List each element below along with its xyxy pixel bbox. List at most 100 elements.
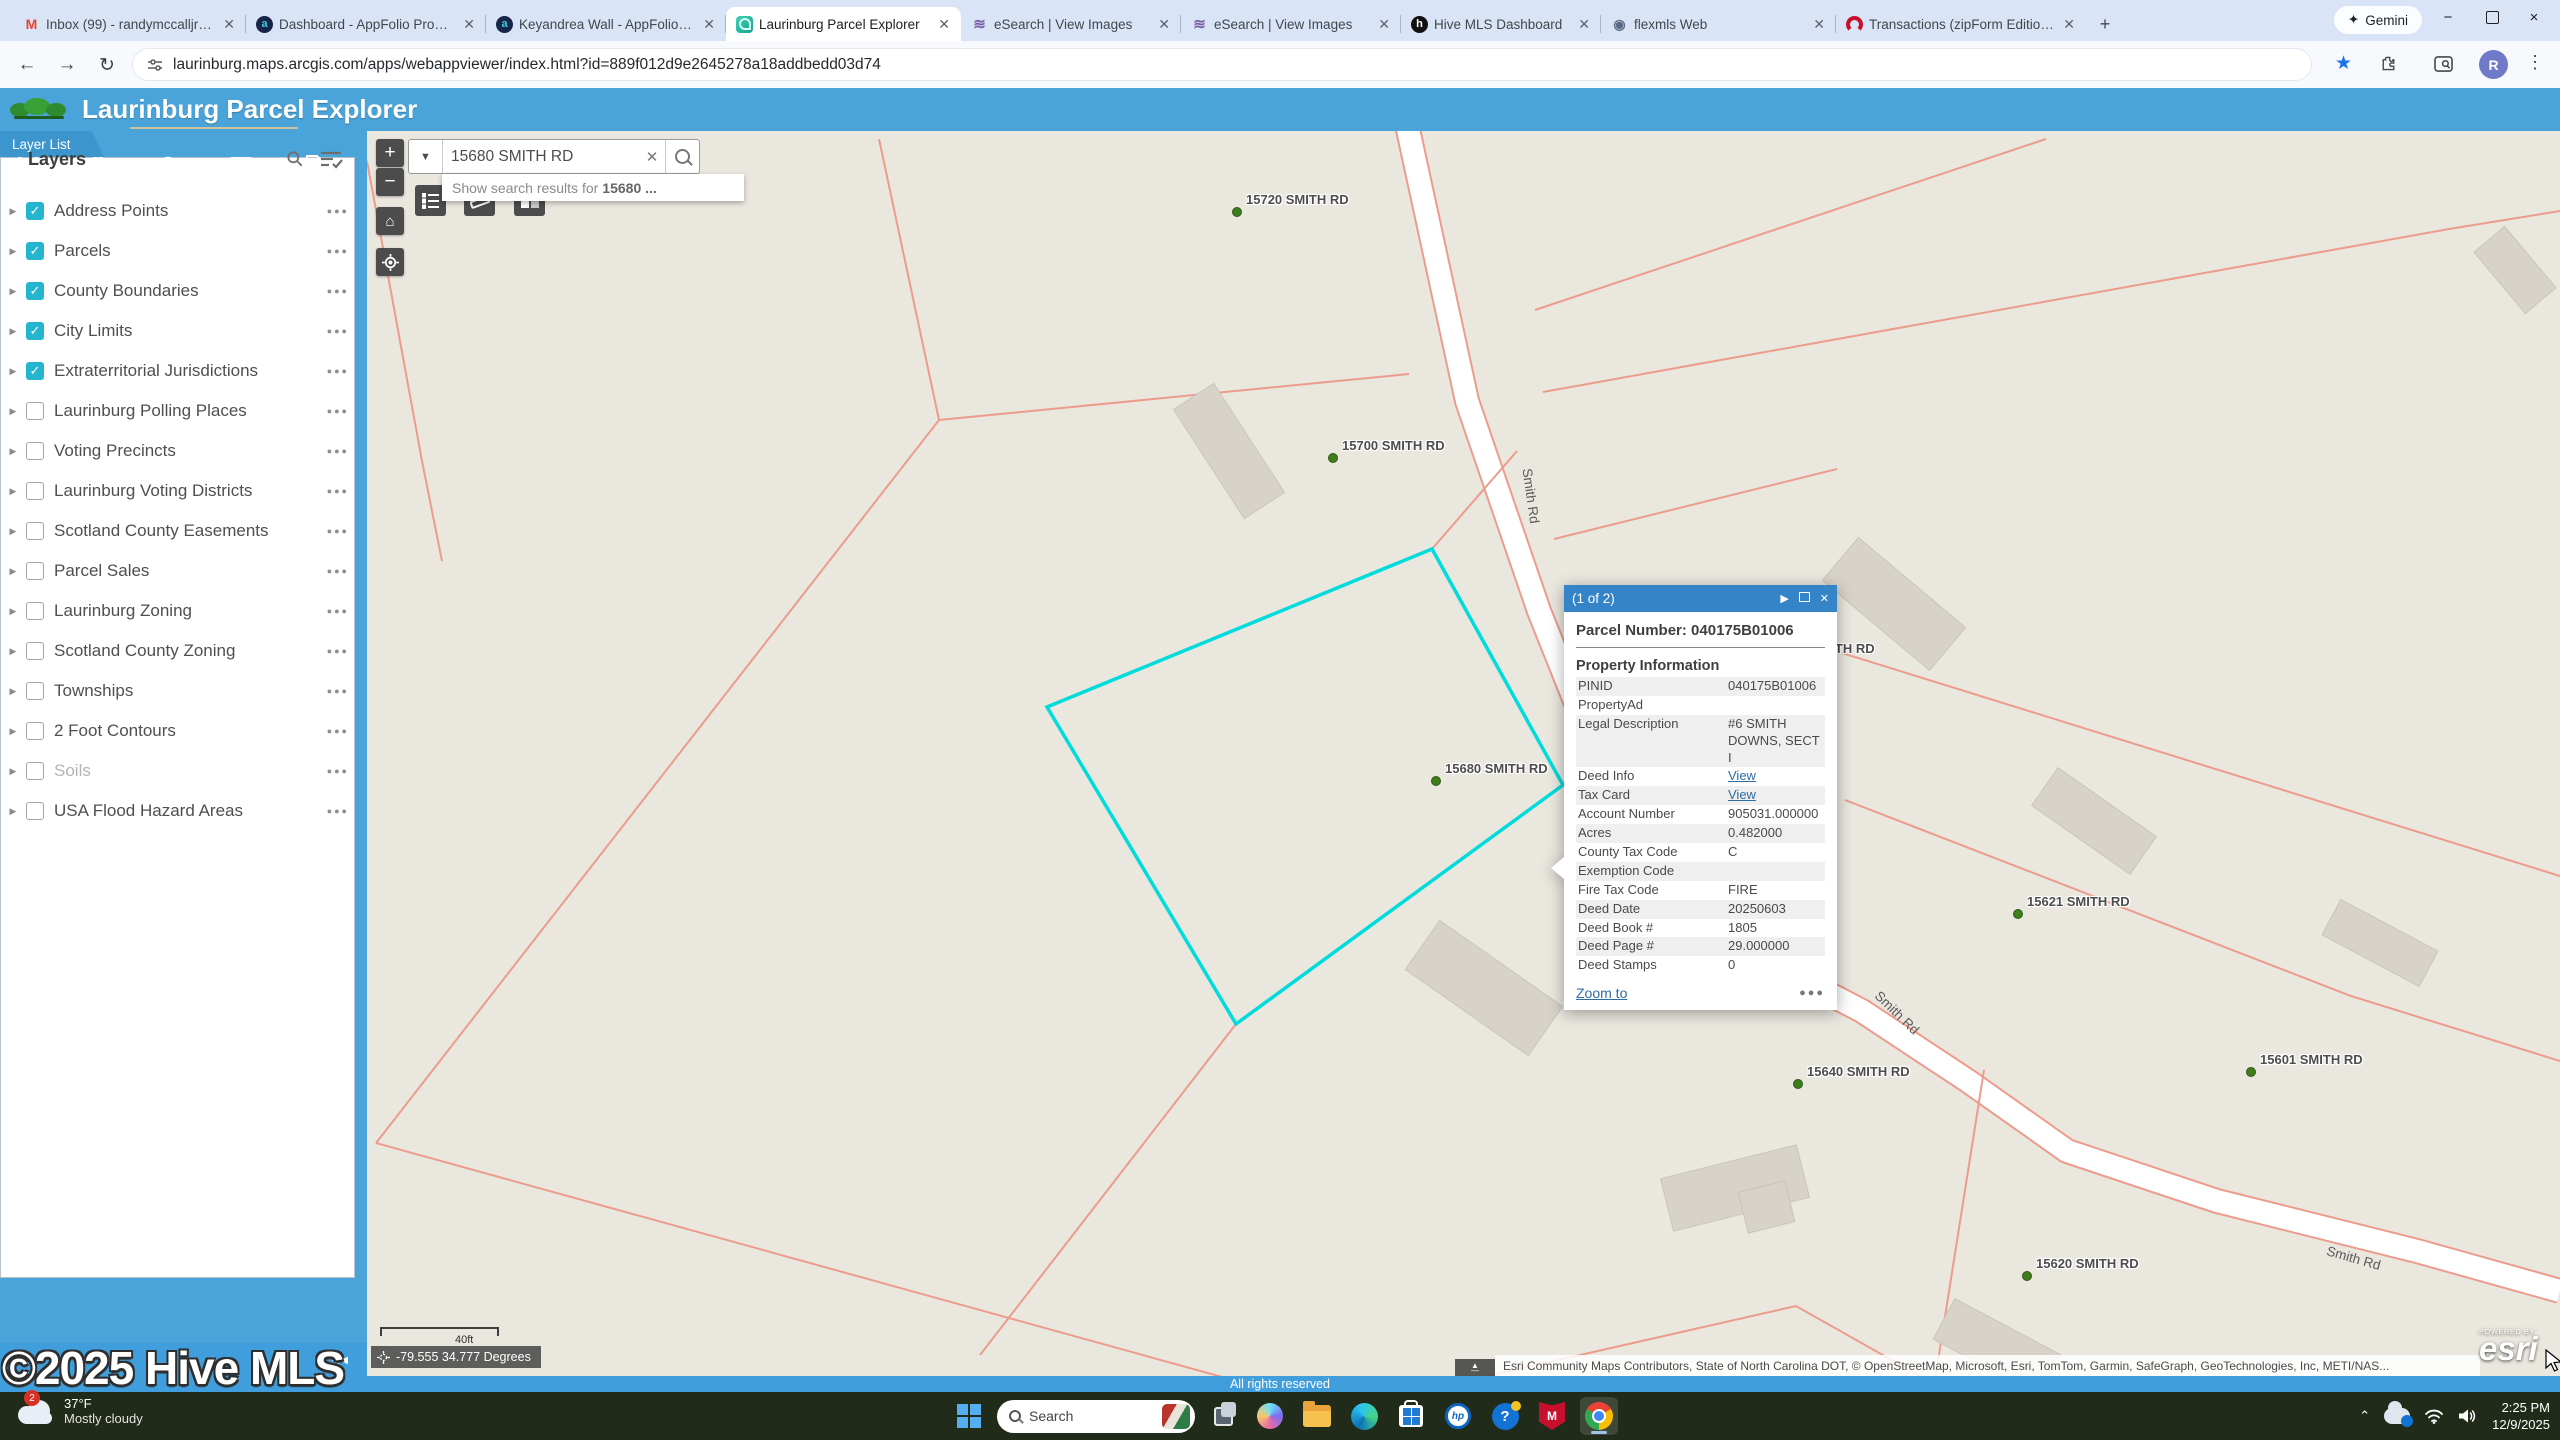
layer-menu-icon[interactable]: ●●● — [327, 286, 349, 296]
popup-header[interactable]: (1 of 2) ▶ ✕ — [1564, 585, 1837, 612]
browser-tab[interactable]: Laurinburg Parcel Explorer ✕ — [726, 7, 961, 41]
layer-menu-icon[interactable]: ●●● — [327, 406, 349, 416]
attribution-expand-button[interactable]: ▲— — [1455, 1359, 1495, 1376]
attribute-value[interactable]: View — [1728, 787, 1823, 804]
browser-tab[interactable]: Transactions (zipForm Edition) 2 ✕ — [1836, 7, 2086, 41]
layer-menu-icon[interactable]: ●●● — [327, 686, 349, 696]
microsoft-store-button[interactable] — [1392, 1397, 1430, 1435]
search-clear-icon[interactable]: ✕ — [639, 140, 665, 173]
home-button[interactable]: ⌂ — [376, 207, 404, 235]
layer-checkbox[interactable] — [26, 682, 44, 700]
browser-tab[interactable]: M Inbox (99) - randymccalljr@gm... ✕ — [13, 7, 246, 41]
address-point-dot[interactable] — [2246, 1067, 2256, 1077]
chrome-button[interactable] — [1580, 1397, 1618, 1435]
expand-arrow-icon[interactable]: ▶ — [0, 366, 26, 377]
zoom-out-button[interactable]: − — [376, 168, 404, 196]
taskbar-search[interactable]: Search — [997, 1400, 1195, 1433]
task-view-button[interactable] — [1204, 1397, 1242, 1435]
browser-tab[interactable]: ◉ flexmls Web ✕ — [1601, 7, 1836, 41]
expand-arrow-icon[interactable]: ▶ — [0, 486, 26, 497]
layer-checkbox[interactable]: ✓ — [26, 362, 44, 380]
search-source-dropdown[interactable]: ▼ — [409, 140, 443, 173]
browser-tab[interactable]: h Hive MLS Dashboard ✕ — [1401, 7, 1601, 41]
new-tab-button[interactable]: + — [2092, 11, 2118, 37]
expand-arrow-icon[interactable]: ▶ — [0, 406, 26, 417]
layer-menu-icon[interactable]: ●●● — [327, 526, 349, 536]
browser-tab[interactable]: a Keyandrea Wall - AppFolio Prop... ✕ — [486, 7, 726, 41]
profile-avatar[interactable]: R — [2479, 50, 2508, 79]
expand-arrow-icon[interactable]: ▶ — [0, 806, 26, 817]
wifi-icon[interactable] — [2424, 1409, 2444, 1424]
start-button[interactable] — [950, 1397, 988, 1435]
copilot-button[interactable] — [1251, 1397, 1289, 1435]
tab-close-icon[interactable]: ✕ — [220, 16, 238, 33]
window-minimize-button[interactable]: − — [2428, 0, 2468, 34]
crosshair-icon[interactable] — [377, 1351, 390, 1364]
layer-checkbox[interactable]: ✓ — [26, 242, 44, 260]
layer-menu-icon[interactable]: ●●● — [327, 326, 349, 336]
layer-checkbox[interactable] — [26, 522, 44, 540]
map-viewport[interactable]: 15720 SMITH RD15700 SMITH RD15680 SMITH … — [367, 131, 2560, 1392]
gemini-button[interactable]: ✦ Gemini — [2334, 6, 2422, 34]
bookmark-star-icon[interactable]: ★ — [2335, 52, 2352, 75]
expand-arrow-icon[interactable]: ▶ — [0, 606, 26, 617]
hp-app-button[interactable]: hp — [1439, 1397, 1477, 1435]
layer-menu-icon[interactable]: ●●● — [327, 486, 349, 496]
layer-checkbox[interactable] — [26, 722, 44, 740]
tab-close-icon[interactable]: ✕ — [1810, 16, 1828, 33]
layer-checkbox[interactable] — [26, 562, 44, 580]
tab-close-icon[interactable]: ✕ — [1575, 16, 1593, 33]
search-submit-button[interactable] — [665, 140, 699, 173]
layer-checkbox[interactable] — [26, 482, 44, 500]
browser-menu-icon[interactable]: ⋮ — [2526, 52, 2544, 73]
address-point-dot[interactable] — [2022, 1271, 2032, 1281]
attribute-value[interactable]: View — [1728, 768, 1823, 785]
layer-menu-icon[interactable]: ●●● — [327, 566, 349, 576]
address-point-dot[interactable] — [2013, 909, 2023, 919]
layer-menu-icon[interactable]: ●●● — [327, 246, 349, 256]
layer-menu-icon[interactable]: ●●● — [327, 446, 349, 456]
my-location-button[interactable] — [376, 248, 404, 276]
layer-menu-icon[interactable]: ●●● — [327, 366, 349, 376]
address-bar[interactable]: laurinburg.maps.arcgis.com/apps/webappvi… — [132, 48, 2312, 81]
layer-menu-icon[interactable]: ●●● — [327, 646, 349, 656]
onedrive-icon[interactable] — [2384, 1408, 2410, 1424]
tab-close-icon[interactable]: ✕ — [460, 16, 478, 33]
edge-button[interactable] — [1345, 1397, 1383, 1435]
file-explorer-button[interactable] — [1298, 1397, 1336, 1435]
tab-close-icon[interactable]: ✕ — [1375, 16, 1393, 33]
popup-maximize-icon[interactable] — [1799, 592, 1810, 605]
expand-arrow-icon[interactable]: ▶ — [0, 326, 26, 337]
layer-menu-icon[interactable]: ●●● — [327, 726, 349, 736]
zoom-to-link[interactable]: Zoom to — [1576, 985, 1799, 1001]
tab-close-icon[interactable]: ✕ — [935, 16, 953, 33]
layer-checkbox[interactable] — [26, 402, 44, 420]
address-point-dot[interactable] — [1328, 453, 1338, 463]
layer-checkbox[interactable]: ✓ — [26, 282, 44, 300]
address-point-dot[interactable] — [1793, 1079, 1803, 1089]
weather-widget[interactable]: 2 37°F Mostly cloudy — [16, 1396, 143, 1426]
layer-menu-icon[interactable]: ●●● — [327, 606, 349, 616]
tab-close-icon[interactable]: ✕ — [1155, 16, 1173, 33]
layer-checkbox[interactable]: ✓ — [26, 202, 44, 220]
expand-arrow-icon[interactable]: ▶ — [0, 446, 26, 457]
expand-arrow-icon[interactable]: ▶ — [0, 686, 26, 697]
layer-options-icon[interactable] — [319, 149, 343, 174]
popup-actions-icon[interactable]: ●●● — [1799, 987, 1825, 999]
search-tabs-icon[interactable] — [2430, 51, 2456, 77]
popup-close-icon[interactable]: ✕ — [1820, 592, 1829, 605]
search-suggestion[interactable]: Show search results for 15680 ... — [442, 174, 744, 201]
get-help-button[interactable]: ? — [1486, 1397, 1524, 1435]
forward-button[interactable]: → — [54, 52, 80, 78]
tab-close-icon[interactable]: ✕ — [700, 16, 718, 33]
browser-tab[interactable]: ≋ eSearch | View Images ✕ — [961, 7, 1181, 41]
window-close-button[interactable]: × — [2514, 0, 2554, 34]
expand-arrow-icon[interactable]: ▶ — [0, 286, 26, 297]
layer-menu-icon[interactable]: ●●● — [327, 806, 349, 816]
expand-arrow-icon[interactable]: ▶ — [0, 646, 26, 657]
layer-checkbox[interactable] — [26, 442, 44, 460]
site-info-icon[interactable] — [147, 58, 163, 72]
extensions-icon[interactable] — [2376, 51, 2402, 77]
tray-clock[interactable]: 2:25 PM 12/9/2025 — [2492, 1399, 2550, 1433]
layer-checkbox[interactable] — [26, 602, 44, 620]
